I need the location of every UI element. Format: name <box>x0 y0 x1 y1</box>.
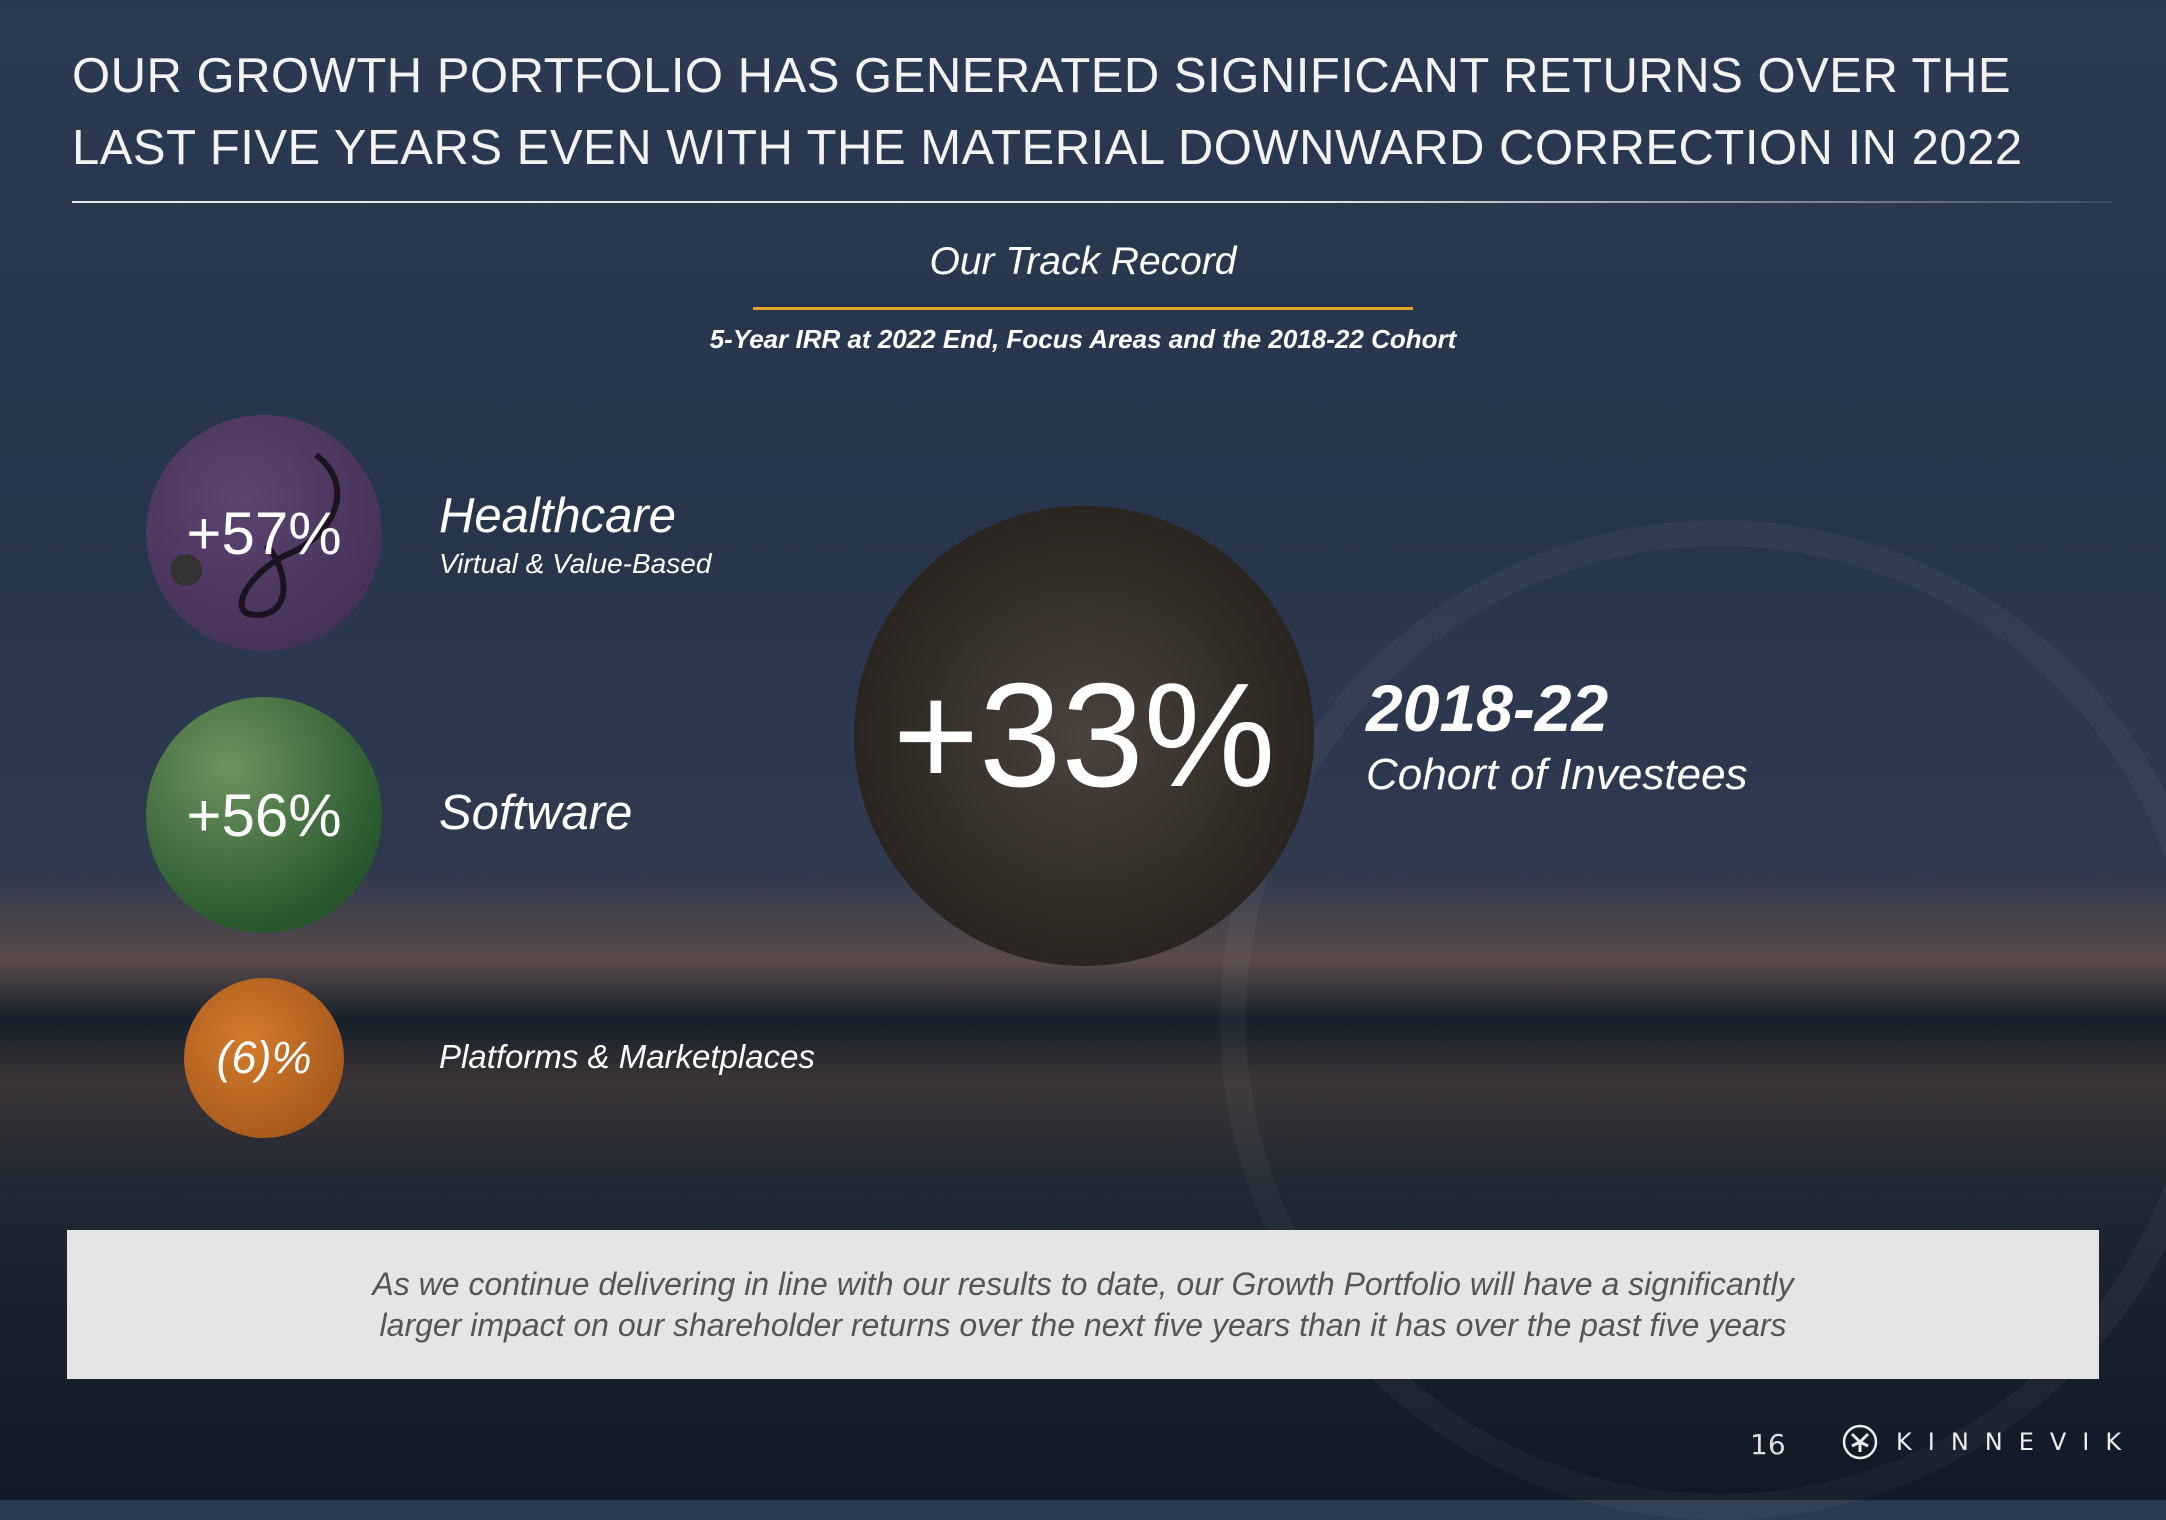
software-label: Software <box>439 786 633 840</box>
kinnevik-logo: KINNEVIK <box>1842 1424 2137 1460</box>
gold-divider <box>753 307 1413 310</box>
page-number: 16 <box>1750 1428 1786 1461</box>
healthcare-irr: +57% <box>186 499 342 567</box>
cohort-label: Cohort of Investees <box>1366 750 1748 799</box>
platforms-irr: (6)% <box>216 1032 312 1083</box>
software-irr: +56% <box>186 781 342 849</box>
software-circle: +56% <box>146 697 382 933</box>
title-line-2: LAST FIVE YEARS EVEN WITH THE MATERIAL D… <box>72 121 2023 175</box>
section-heading: Our Track Record <box>929 240 1237 283</box>
kinnevik-logo-icon <box>1842 1424 1878 1460</box>
section-subtitle: 5-Year IRR at 2022 End, Focus Areas and … <box>709 324 1457 354</box>
slide-title: OUR GROWTH PORTFOLIO HAS GENERATED SIGNI… <box>72 40 2023 184</box>
healthcare-detail: Virtual & Value-Based <box>439 548 712 579</box>
platforms-label: Platforms & Marketplaces <box>439 1038 815 1075</box>
cohort-years: 2018-22 <box>1366 671 1609 745</box>
healthcare-circle: +57% <box>146 415 382 651</box>
brand-name: KINNEVIK <box>1896 1428 2138 1456</box>
platforms-circle: (6)% <box>184 978 344 1138</box>
healthcare-label: Healthcare <box>439 489 676 543</box>
callout-box: As we continue delivering in line with o… <box>67 1230 2099 1379</box>
title-line-1: OUR GROWTH PORTFOLIO HAS GENERATED SIGNI… <box>72 49 2012 103</box>
cohort-circle: +33% <box>854 506 1314 966</box>
cohort-irr: +33% <box>892 653 1276 818</box>
title-divider <box>72 201 2112 203</box>
callout-line-1: As we continue delivering in line with o… <box>372 1266 1794 1302</box>
callout-line-2: larger impact on our shareholder returns… <box>379 1307 1787 1343</box>
